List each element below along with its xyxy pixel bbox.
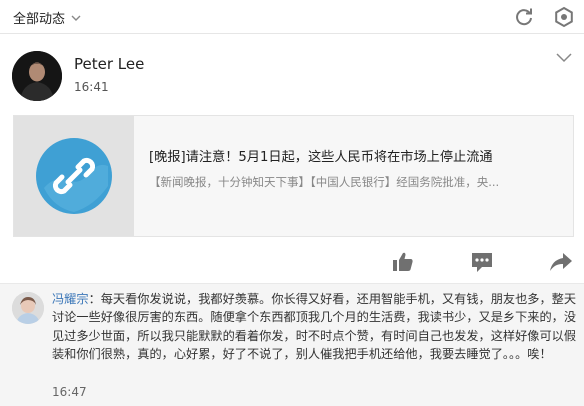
like-icon[interactable] — [390, 249, 416, 275]
share-icon[interactable] — [548, 249, 574, 275]
comment-section: 冯耀宗：每天看你发说说，我都好羡慕。你长得又好看，还用智能手机，又有钱，朋友也多… — [0, 283, 584, 406]
refresh-icon[interactable] — [513, 6, 535, 28]
feed-filter-dropdown[interactable]: 全部动态 — [13, 8, 81, 27]
chevron-down-icon[interactable] — [556, 53, 572, 63]
card-title: [晚报]请注意！5月1日起，这些人民币将在市场上停止流通 — [149, 150, 493, 165]
card-description: 【新闻晚报，十分钟知天下事】【中国人民银行】经国务院批准，央... — [149, 175, 500, 189]
post-author[interactable]: Peter Lee — [74, 55, 144, 73]
commenter-avatar-image — [12, 292, 44, 324]
comment-body: 每天看你发说说，我都好羡慕。你长得又好看，还用智能手机，又有钱，朋友也多，整天讨… — [52, 292, 577, 361]
post-actions — [0, 245, 584, 279]
link-icon — [36, 138, 112, 214]
top-bar: 全部动态 — [0, 0, 584, 34]
avatar[interactable] — [12, 292, 44, 324]
settings-icon[interactable] — [553, 6, 575, 28]
comment-author[interactable]: 冯耀宗 — [52, 292, 89, 306]
shared-link-card[interactable]: [晚报]请注意！5月1日起，这些人民币将在市场上停止流通 【新闻晚报，十分钟知天… — [13, 115, 574, 237]
comment-icon[interactable] — [469, 249, 495, 275]
avatar[interactable] — [12, 51, 62, 101]
card-thumbnail — [14, 116, 134, 236]
feed-filter-label: 全部动态 — [13, 12, 66, 27]
chevron-down-icon — [71, 15, 81, 21]
comment-time: 16:47 — [52, 385, 87, 399]
avatar-image — [12, 51, 62, 101]
post-time: 16:41 — [74, 80, 109, 94]
comment-text: 冯耀宗：每天看你发说说，我都好羡慕。你长得又好看，还用智能手机，又有钱，朋友也多… — [52, 290, 578, 363]
comment-separator: ： — [88, 292, 101, 306]
